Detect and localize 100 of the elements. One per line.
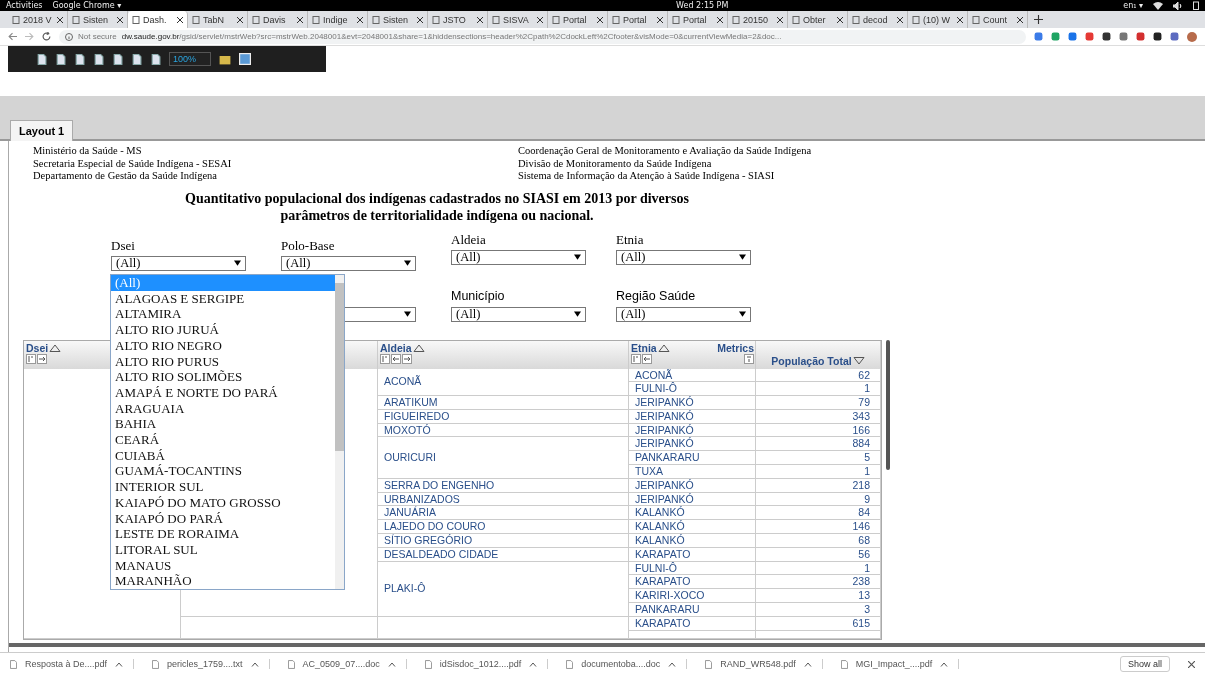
filter-select[interactable]: (All)	[111, 255, 246, 271]
close-icon[interactable]	[837, 16, 843, 23]
clock[interactable]: Wed 2:15 PM	[676, 1, 729, 10]
close-icon[interactable]	[717, 16, 723, 23]
dropdown-option[interactable]: ALTO RIO PURUS	[111, 353, 335, 370]
scrollbar[interactable]	[886, 339, 890, 470]
sort-up-icon[interactable]	[412, 343, 425, 352]
activities-button[interactable]: Activities	[6, 1, 43, 10]
close-icon[interactable]	[477, 16, 483, 23]
document-icon[interactable]	[112, 53, 123, 65]
dropdown-option[interactable]: ALTAMIRA	[111, 306, 335, 323]
caret-icon[interactable]	[250, 661, 259, 667]
dropdown-option[interactable]: GUAMÁ-TOCANTINS	[111, 463, 335, 480]
new-tab-icon[interactable]	[1034, 15, 1043, 24]
dropdown-option[interactable]: CUIABÁ	[111, 447, 335, 464]
dropdown-option[interactable]: MARANHÃO	[111, 573, 335, 590]
dropdown-option[interactable]: ALTO RIO SOLIMÕES	[111, 369, 335, 385]
close-icon[interactable]	[237, 16, 243, 23]
column-header[interactable]: Metrics	[717, 341, 754, 354]
back-icon[interactable]	[8, 32, 17, 41]
sort-up-icon[interactable]	[49, 343, 62, 352]
arrow-right-icon[interactable]	[37, 353, 47, 364]
folder-icon[interactable]	[219, 53, 232, 65]
dropdown-option[interactable]: LESTE DE RORAIMA	[111, 526, 335, 542]
caret-icon[interactable]	[115, 661, 124, 667]
close-icon[interactable]	[537, 16, 543, 23]
column-header[interactable]: Aldeia	[380, 341, 412, 354]
document-icon[interactable]	[150, 53, 161, 65]
layout-tab[interactable]: Layout 1	[10, 120, 74, 141]
download-item[interactable]: RAND_WR548.pdf	[720, 659, 796, 669]
filter-select[interactable]: (All)	[451, 249, 586, 265]
address-bar[interactable]: Not secure dw.saude.gov.br/gsid/servlet/mstrWeb?src=mstrWeb.2048001&evt=2048001&share=1&hiddensections=header%2Cpath%2CdockLeft%2Cfooter&visMode=0&currentViewMedia=2&doc...	[59, 29, 1026, 44]
info-icon[interactable]	[65, 32, 73, 41]
caret-icon[interactable]	[803, 661, 812, 667]
close-icon[interactable]	[1188, 660, 1195, 668]
dropdown-option[interactable]: ALTO RIO NEGRO	[111, 337, 335, 354]
scrollbar[interactable]	[335, 275, 344, 589]
arrow-left-icon[interactable]	[391, 353, 401, 364]
caret-icon[interactable]	[668, 661, 677, 667]
dropdown-option[interactable]: AMAPÁ E NORTE DO PARÁ	[111, 384, 335, 401]
document-icon[interactable]	[36, 53, 47, 65]
dropdown-option[interactable]: BAHIA	[111, 416, 335, 433]
reload-icon[interactable]	[42, 32, 51, 41]
show-all-button[interactable]: Show all	[1119, 656, 1170, 672]
close-icon[interactable]	[357, 16, 363, 23]
sort-up-icon[interactable]	[657, 343, 670, 352]
dropdown-option[interactable]: ALTO RIO JURUÁ	[111, 322, 335, 338]
dropdown-option[interactable]: ALAGOAS E SERGIPE	[111, 290, 335, 307]
grid-icon[interactable]	[239, 53, 252, 65]
filter-select[interactable]: (All)	[281, 255, 416, 271]
close-icon[interactable]	[957, 16, 963, 23]
column-header[interactable]: Etnia	[631, 341, 657, 354]
arrow-left-icon[interactable]	[642, 353, 652, 364]
keyboard-layout[interactable]: en₁ ▾	[1123, 1, 1143, 10]
filter-select[interactable]: (All)	[451, 306, 586, 322]
document-icon[interactable]	[74, 53, 85, 65]
browser-tab[interactable]: Dash.	[128, 11, 188, 28]
arrow-right-icon[interactable]	[402, 353, 412, 364]
wifi-icon[interactable]	[1153, 1, 1163, 10]
close-icon[interactable]	[117, 16, 123, 23]
filter-select[interactable]: (All)	[616, 306, 751, 322]
download-item[interactable]: idSisdoc_1012....pdf	[439, 659, 522, 669]
caret-icon[interactable]	[940, 661, 949, 667]
sort-down-icon[interactable]	[852, 356, 865, 365]
close-icon[interactable]	[417, 16, 423, 23]
zoom-field[interactable]: 100%	[169, 52, 212, 66]
dropdown-option[interactable]: MANAUS	[111, 557, 335, 574]
document-icon[interactable]	[131, 53, 142, 65]
caret-icon[interactable]	[387, 661, 396, 667]
document-icon[interactable]	[55, 53, 66, 65]
close-icon[interactable]	[1017, 16, 1023, 23]
scrollbar[interactable]	[9, 642, 1205, 647]
dropdown-option[interactable]: CEARÁ	[111, 432, 335, 448]
dropdown-option[interactable]: LITORAL SUL	[111, 541, 335, 558]
close-icon[interactable]	[57, 16, 63, 23]
close-icon[interactable]	[177, 16, 183, 23]
dropdown-option[interactable]: INTERIOR SUL	[111, 479, 335, 495]
pivot-icon[interactable]	[744, 353, 754, 364]
caret-icon[interactable]	[529, 661, 538, 667]
close-icon[interactable]	[597, 16, 603, 23]
document-icon[interactable]	[93, 53, 104, 65]
profile-icon[interactable]	[1187, 31, 1197, 42]
volume-icon[interactable]	[1173, 1, 1183, 10]
download-item[interactable]: MGI_Impact_....pdf	[855, 659, 933, 669]
close-icon[interactable]	[657, 16, 663, 23]
close-icon[interactable]	[897, 16, 903, 23]
app-menu[interactable]: Google Chrome ▾	[52, 1, 122, 10]
filter-select[interactable]: (All)	[616, 249, 751, 265]
dropdown-option[interactable]: KAIAPÓ DO PARÁ	[111, 510, 335, 527]
download-item[interactable]: AC_0509_07....doc	[302, 659, 380, 669]
column-header[interactable]: Dsei	[26, 341, 49, 354]
dropdown-option[interactable]: KAIAPÓ DO MATO GROSSO	[111, 494, 335, 511]
download-item[interactable]: Resposta à De....pdf	[25, 659, 108, 669]
dropdown-option[interactable]: ARAGUAIA	[111, 400, 335, 417]
close-icon[interactable]	[297, 16, 303, 23]
battery-icon[interactable]	[1193, 1, 1199, 10]
close-icon[interactable]	[777, 16, 783, 23]
column-header[interactable]: População Total	[771, 354, 852, 367]
download-item[interactable]: documentoba....doc	[581, 659, 661, 669]
download-item[interactable]: pericles_1759....txt	[167, 659, 243, 669]
